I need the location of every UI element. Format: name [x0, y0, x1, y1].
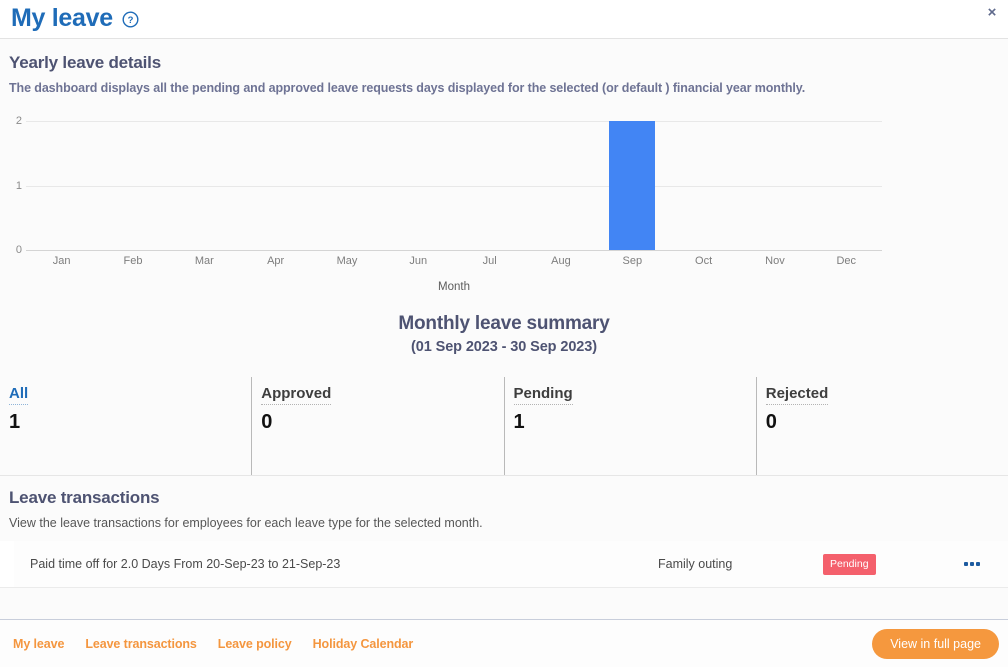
chart-x-tick-label: Apr — [240, 255, 311, 267]
chart-bar-cell — [383, 121, 454, 250]
monthly-summary-header: Monthly leave summary (01 Sep 2023 - 30 … — [0, 313, 1008, 355]
table-row[interactable]: Paid time off for 2.0 Days From 20-Sep-2… — [0, 541, 1008, 588]
footer-link-my-leave[interactable]: My leave — [13, 637, 64, 651]
chart-x-tick-label: Oct — [668, 255, 739, 267]
chart-bar-cell — [454, 121, 525, 250]
footer-links: My leave Leave transactions Leave policy Ho… — [13, 637, 413, 651]
stat-value: 0 — [261, 411, 503, 434]
chart-bar-cell — [739, 121, 810, 250]
chart-y-tick-label: 1 — [16, 180, 22, 192]
app-footer: My leave Leave transactions Leave policy Ho… — [0, 619, 1008, 667]
stat-value: 1 — [514, 411, 756, 434]
chart-x-tick-label: Nov — [739, 255, 810, 267]
my-leave-dashboard: My leave ? × Yearly leave details The da… — [0, 0, 1008, 667]
footer-link-holiday-calendar[interactable]: Holiday Calendar — [313, 637, 414, 651]
chart-bar-cell — [97, 121, 168, 250]
leave-transactions-list: Paid time off for 2.0 Days From 20-Sep-2… — [0, 541, 1008, 588]
stat-card-approved[interactable]: Approved 0 — [251, 377, 503, 475]
chart-bar-cell — [26, 121, 97, 250]
chart-y-tick-label: 2 — [16, 115, 22, 127]
chart-bar-cell — [240, 121, 311, 250]
ellipsis-icon[interactable] — [964, 562, 980, 566]
chart-bar-cell — [311, 121, 382, 250]
monthly-summary-range: (01 Sep 2023 - 30 Sep 2023) — [0, 339, 1008, 355]
stat-card-rejected[interactable]: Rejected 0 — [756, 377, 1008, 475]
dashboard-body: Yearly leave details The dashboard displ… — [0, 39, 1008, 619]
yearly-leave-description: The dashboard displays all the pending a… — [9, 81, 999, 95]
chart-bar-cell — [525, 121, 596, 250]
stat-label[interactable]: Rejected — [766, 385, 829, 405]
stat-card-pending[interactable]: Pending 1 — [504, 377, 756, 475]
close-icon[interactable]: × — [983, 3, 1001, 21]
transaction-description: Paid time off for 2.0 Days From 20-Sep-2… — [30, 557, 340, 571]
stat-value: 0 — [766, 411, 1008, 434]
summary-stats: All 1 Approved 0 Pending 1 Rejected 0 — [0, 377, 1008, 476]
footer-link-leave-policy[interactable]: Leave policy — [218, 637, 292, 651]
chart-x-tick-label: Jul — [454, 255, 525, 267]
stat-value: 1 — [9, 411, 251, 434]
page-title: My leave — [11, 6, 113, 31]
chart-x-tick-label: Jan — [26, 255, 97, 267]
chart-bar-cell — [597, 121, 668, 250]
stat-label[interactable]: Approved — [261, 385, 331, 405]
yearly-leave-title: Yearly leave details — [9, 53, 999, 73]
chart-bar-cell — [811, 121, 882, 250]
chart-x-tick-label: May — [311, 255, 382, 267]
chart-x-tick-label: Sep — [597, 255, 668, 267]
chart-y-tick-label: 0 — [16, 244, 22, 256]
chart-gridline — [26, 250, 882, 251]
svg-text:?: ? — [127, 15, 133, 26]
leave-transactions-section: Leave transactions View the leave transa… — [0, 476, 1008, 530]
chart-x-tick-label: Dec — [811, 255, 882, 267]
stat-label[interactable]: Pending — [514, 385, 573, 405]
chart-x-axis: JanFebMarAprMayJunJulAugSepOctNovDec — [26, 255, 882, 267]
chart-x-tick-label: Aug — [525, 255, 596, 267]
footer-link-leave-transactions[interactable]: Leave transactions — [85, 637, 196, 651]
chart-bar-cell — [668, 121, 739, 250]
status-badge[interactable]: Pending — [823, 554, 876, 575]
yearly-leave-section: Yearly leave details The dashboard displ… — [0, 39, 1008, 95]
view-in-full-page-button[interactable]: View in full page — [872, 629, 999, 659]
stat-card-all[interactable]: All 1 — [0, 377, 251, 475]
transaction-reason: Family outing — [658, 557, 732, 571]
chart-x-tick-label: Mar — [169, 255, 240, 267]
row-marker — [0, 541, 14, 587]
chart-bar-cell — [169, 121, 240, 250]
monthly-summary-title: Monthly leave summary — [0, 313, 1008, 335]
help-circle-icon[interactable]: ? — [122, 11, 139, 28]
chart-bar[interactable] — [609, 121, 655, 250]
leave-transactions-description: View the leave transactions for employee… — [9, 516, 999, 530]
chart-y-axis: 012 — [0, 109, 22, 238]
chart-x-tick-label: Feb — [97, 255, 168, 267]
yearly-leave-chart: 0 1 2 JanFebMarAprMayJunJulAugSepOctNovDec… — [0, 109, 1008, 299]
chart-bars — [26, 121, 882, 250]
app-header: My leave ? × — [0, 0, 1008, 39]
chart-x-tick-label: Jun — [383, 255, 454, 267]
leave-transactions-title: Leave transactions — [9, 488, 999, 508]
stat-label[interactable]: All — [9, 385, 28, 405]
chart-x-axis-title: Month — [26, 281, 882, 293]
